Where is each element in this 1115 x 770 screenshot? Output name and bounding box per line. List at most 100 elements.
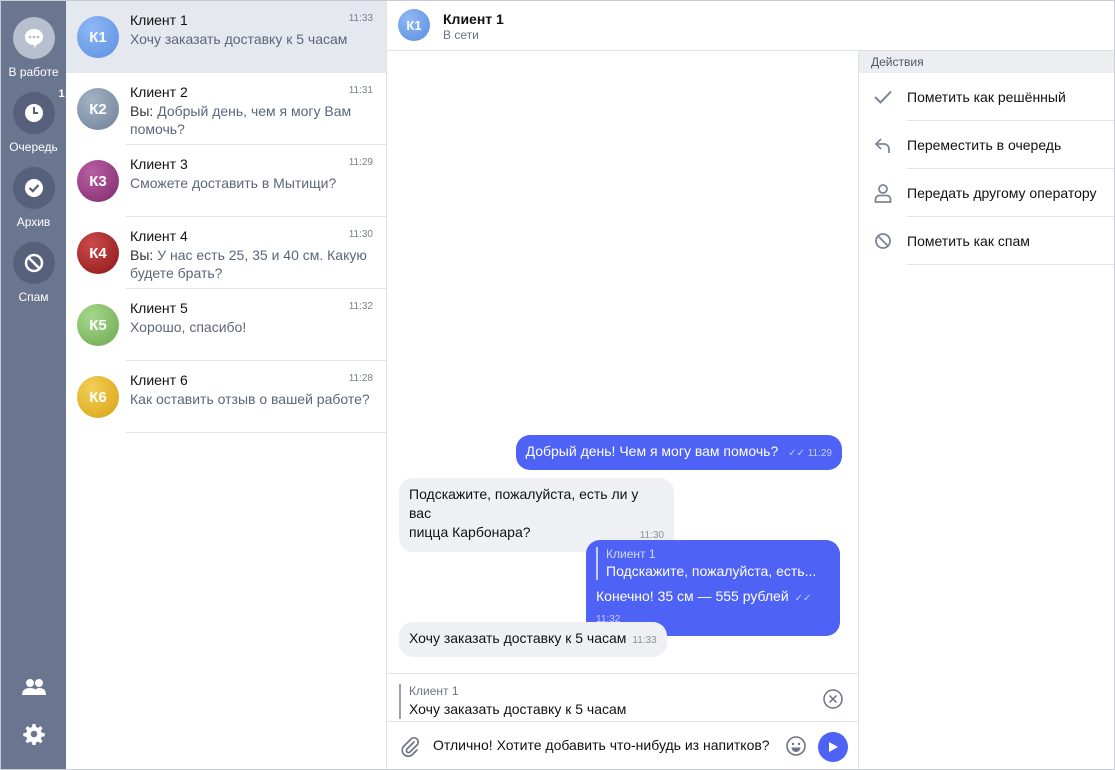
- message-incoming: Хочу заказать доставку к 5 часам 11:33: [399, 622, 667, 657]
- chat-time: 11:29: [348, 157, 373, 168]
- message-time-value: 11:29: [807, 448, 832, 459]
- message-text: Хочу заказать доставку к 5 часам: [409, 630, 627, 646]
- rail-in-work[interactable]: В работе: [1, 17, 66, 79]
- rail-queue-label: Очередь: [9, 140, 58, 154]
- contacts-icon[interactable]: [20, 673, 48, 701]
- chat-name: Клиент 2: [130, 84, 188, 100]
- action-label: Пометить как решённый: [907, 89, 1066, 105]
- double-check-icon: ✓✓: [794, 593, 812, 604]
- message-composer: [387, 721, 858, 769]
- gear-icon[interactable]: [20, 720, 48, 748]
- queue-badge: 1: [58, 88, 65, 100]
- reply-arrow-icon: [873, 135, 893, 155]
- chat-preview: Хочу заказать доставку к 5 часам: [130, 30, 370, 48]
- conversation-title: Клиент 1: [443, 11, 504, 27]
- message-text: Добрый день! Чем я могу вам помочь?: [525, 443, 779, 459]
- actions-title: Действия: [859, 51, 1114, 73]
- close-reply-icon[interactable]: [822, 688, 844, 713]
- mark-spam-button[interactable]: Пометить как спам: [859, 217, 1114, 265]
- app-window: В работе 1 Очередь Архив Спам К1 Клиент …: [0, 0, 1115, 770]
- block-icon: [12, 242, 55, 284]
- chat-name: Клиент 4: [130, 228, 188, 244]
- message-text: пицца Карбонара?: [409, 524, 531, 540]
- avatar: К1: [77, 16, 119, 58]
- chat-name: Клиент 6: [130, 372, 188, 388]
- quoted-message: Клиент 1 Подскажите, пожалуйста, есть...: [596, 547, 830, 580]
- chat-name: Клиент 3: [130, 156, 188, 172]
- quote-text: Подскажите, пожалуйста, есть...: [606, 563, 817, 579]
- mark-resolved-button[interactable]: Пометить как решённый: [859, 73, 1114, 121]
- chat-preview: Вы: Добрый день, чем я могу Вам помочь?: [130, 102, 370, 138]
- actions-panel: Действия Пометить как решённый Перемести…: [859, 51, 1114, 769]
- chat-time: 11:32: [348, 301, 373, 312]
- action-label: Пометить как спам: [907, 233, 1030, 249]
- chat-list-item[interactable]: К6 Клиент 6 11:28 Как оставить отзыв о в…: [66, 361, 386, 433]
- chat-name: Клиент 1: [130, 12, 188, 28]
- avatar: К5: [77, 304, 119, 346]
- reply-quote: Клиент 1 Хочу заказать доставку к 5 часа…: [399, 684, 626, 719]
- chat-bubble-icon: [12, 17, 55, 59]
- emoji-icon[interactable]: [785, 735, 807, 760]
- rail-spam[interactable]: Спам: [1, 242, 66, 304]
- avatar-initials: К5: [89, 316, 107, 334]
- chat-preview-text: Хочу заказать доставку к 5 часам: [130, 31, 348, 47]
- chat-preview: Как оставить отзыв о вашей работе?: [130, 390, 370, 408]
- left-rail: В работе 1 Очередь Архив Спам: [1, 1, 66, 769]
- rail-archive[interactable]: Архив: [1, 167, 66, 229]
- chat-preview-text: Добрый день, чем я могу Вам помочь?: [130, 103, 352, 137]
- chat-list: К1 Клиент 1 11:33 Хочу заказать доставку…: [66, 1, 387, 769]
- chat-preview-you: Вы:: [130, 247, 154, 263]
- avatar-initials: К1: [406, 17, 422, 33]
- divider: [907, 264, 1114, 265]
- rail-spam-label: Спам: [18, 290, 49, 304]
- reply-author: Клиент 1: [409, 684, 459, 698]
- check-circle-icon: [12, 167, 55, 209]
- double-check-icon: ✓✓: [788, 448, 805, 459]
- check-icon: [873, 87, 893, 107]
- chat-list-item[interactable]: К5 Клиент 5 11:32 Хорошо, спасибо!: [66, 289, 386, 361]
- chat-preview-text: Сможете доставить в Мытищи?: [130, 175, 337, 191]
- block-icon: [873, 231, 893, 251]
- conversation-header: К1 Клиент 1 В сети: [387, 1, 1114, 51]
- avatar: К2: [77, 88, 119, 130]
- message-time: ✓✓ 11:29: [788, 448, 832, 459]
- chat-list-item[interactable]: К2 Клиент 2 11:31 Вы: Добрый день, чем я…: [66, 73, 386, 145]
- avatar-initials: К1: [89, 28, 107, 46]
- avatar: К6: [77, 376, 119, 418]
- message-outgoing: Добрый день! Чем я могу вам помочь? ✓✓ 1…: [515, 435, 842, 470]
- rail-queue[interactable]: 1 Очередь: [1, 88, 66, 154]
- rail-archive-label: Архив: [16, 215, 51, 229]
- reply-text: Хочу заказать доставку к 5 часам: [409, 701, 627, 717]
- avatar: К1: [398, 9, 430, 41]
- message-input[interactable]: [433, 737, 781, 753]
- action-label: Переместить в очередь: [907, 137, 1062, 153]
- transfer-operator-button[interactable]: Передать другому оператору: [859, 169, 1114, 217]
- chat-time: 11:31: [348, 85, 373, 96]
- avatar-initials: К3: [89, 172, 107, 190]
- chat-preview-text: Хорошо, спасибо!: [130, 319, 247, 335]
- play-icon: [829, 742, 838, 752]
- clock-icon: 1: [12, 88, 65, 134]
- paperclip-icon[interactable]: [400, 736, 420, 761]
- move-to-queue-button[interactable]: Переместить в очередь: [859, 121, 1114, 169]
- chat-list-item[interactable]: К4 Клиент 4 11:30 Вы: У нас есть 25, 35 …: [66, 217, 386, 289]
- send-button[interactable]: [818, 732, 848, 762]
- avatar-initials: К4: [89, 244, 107, 262]
- divider: [126, 432, 386, 433]
- avatar-initials: К6: [89, 388, 107, 406]
- avatar: К4: [77, 232, 119, 274]
- message-text: Подскажите, пожалуйста, есть ли у вас: [409, 486, 639, 521]
- online-status: В сети: [443, 28, 479, 42]
- reply-preview: Клиент 1 Хочу заказать доставку к 5 часа…: [387, 673, 858, 721]
- chat-list-item[interactable]: К1 Клиент 1 11:33 Хочу заказать доставку…: [66, 1, 386, 73]
- avatar: К3: [77, 160, 119, 202]
- chat-preview-you: Вы:: [130, 103, 154, 119]
- chat-preview: Сможете доставить в Мытищи?: [130, 174, 370, 192]
- message-text: Конечно! 35 см — 555 рублей: [596, 588, 789, 604]
- chat-list-item[interactable]: К3 Клиент 3 11:29 Сможете доставить в Мы…: [66, 145, 386, 217]
- action-label: Передать другому оператору: [907, 185, 1097, 201]
- chat-time: 11:30: [348, 229, 373, 240]
- chat-preview-text: У нас есть 25, 35 и 40 см. Какую будете …: [130, 247, 367, 281]
- chat-time: 11:33: [348, 13, 373, 24]
- chat-preview-text: Как оставить отзыв о вашей работе?: [130, 391, 370, 407]
